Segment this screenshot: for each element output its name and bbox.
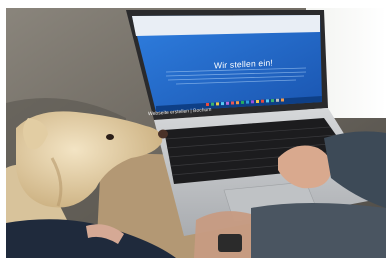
wristwatch xyxy=(218,234,242,252)
left-sleeve xyxy=(251,203,386,258)
photo: Wir stellen ein! Webseite erstellen | Bo… xyxy=(6,8,386,258)
dog-nose xyxy=(158,129,168,139)
photo-scene xyxy=(6,8,386,258)
dog-eye xyxy=(106,134,114,140)
